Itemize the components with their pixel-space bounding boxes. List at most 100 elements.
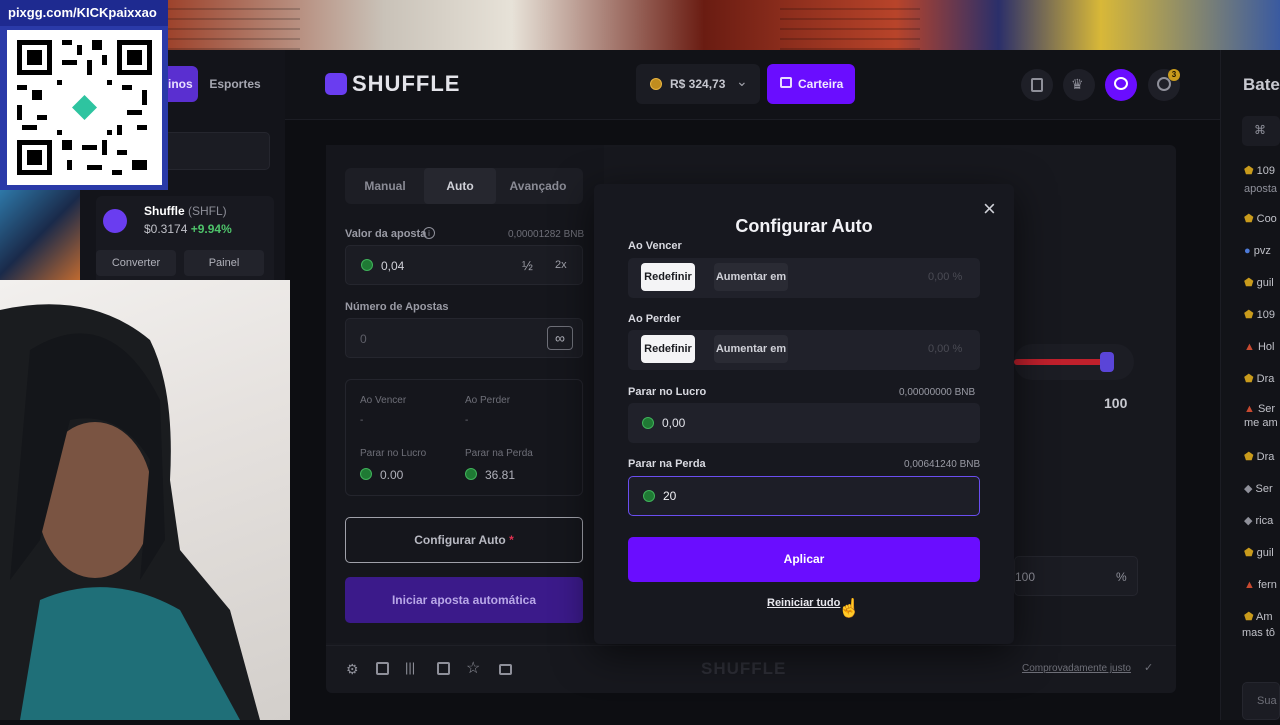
win-chance-input[interactable]: 100 % [1014,556,1138,596]
stop-loss-input[interactable]: 20 [628,476,980,516]
streamer-silhouette [0,304,260,720]
on-loss-percent-input[interactable]: 0,00 % [928,343,962,355]
chat-username: Am [1256,611,1273,623]
settings-icon[interactable]: ⚙ [346,661,359,678]
configure-auto-label: Configurar Auto [414,533,506,547]
footer-logo: SHUFFLE [701,659,787,678]
half-button[interactable]: ½ [522,258,533,273]
infinity-button[interactable]: ∞ [547,326,573,350]
lock-icon[interactable] [499,664,512,675]
tab-sports[interactable]: Esportes [198,66,272,102]
rank-icon: ⬟ [1244,373,1257,385]
token-price-text: $0.3174 [144,222,188,236]
on-win-increase-button[interactable]: Aumentar em [714,263,788,291]
bnb-coin-icon [650,78,662,90]
rank-icon: ▲ [1244,341,1258,353]
modal-title: Configurar Auto [735,216,873,236]
slider-track-container [1014,344,1134,380]
fullscreen-icon[interactable] [376,662,389,675]
tab-manual[interactable]: Manual [345,168,425,204]
num-bets-value: 0 [360,332,367,346]
provably-fair-link[interactable]: Comprovadamente justo [1022,663,1131,674]
hand-cursor-icon: ☝ [838,598,861,618]
live-stats-icon[interactable]: ||| [405,660,415,675]
rank-icon: ◆ [1244,515,1256,527]
rank-icon: ⬟ [1244,547,1257,559]
brl-coin-icon [361,259,373,271]
chart-icon[interactable] [437,662,450,675]
chat-input-placeholder: Sua [1257,695,1277,707]
sidebar-search-input[interactable] [150,132,270,170]
chat-msg: ⬟ Dra [1244,373,1280,403]
close-icon[interactable]: × [983,196,996,222]
token-change-text: +9.94% [190,222,232,236]
chat-username: 109 [1256,165,1275,177]
rank-icon: ⬟ [1244,165,1257,177]
chat-username: Dra [1256,373,1275,385]
tab-advanced[interactable]: Avançado [497,168,579,204]
on-win-reset-button[interactable]: Redefinir [641,263,695,291]
chat-msg: ⬟ Dra [1244,451,1280,483]
modified-indicator: * [505,533,514,547]
on-win-percent-input[interactable]: 0,00 % [928,271,962,283]
wallet-icon [780,77,792,88]
stop-loss-label: Parar na Perda [628,458,706,470]
convert-button[interactable]: Converter [96,250,176,276]
shuffle-logo[interactable]: SHUFFLE [352,71,460,97]
token-name: Shuffle (SHFL) [144,204,227,218]
qr-code [7,30,162,185]
start-auto-bet-button[interactable]: Iniciar aposta automática [345,577,583,623]
chat-msg-text: mas tô [1242,627,1276,639]
crown-icon[interactable]: ♛ [1063,69,1095,101]
apply-button[interactable]: Aplicar [628,537,980,582]
rank-icon: ● [1244,245,1254,257]
info-icon[interactable]: i [423,227,435,239]
rank-icon: ⬟ [1244,213,1257,225]
slider-handle[interactable] [1100,352,1114,372]
notes-icon[interactable] [1021,69,1053,101]
bet-amount-crypto: 0,00001282 BNB [508,229,585,240]
rank-icon: ⬟ [1244,277,1257,289]
stop-profit-value: 0,00 [662,416,686,430]
configure-auto-button[interactable]: Configurar Auto * [345,517,583,563]
rank-icon: ⬟ [1244,309,1257,321]
wallet-button[interactable]: Carteira [767,64,855,104]
wallet-label: Carteira [798,77,844,91]
on-win-field: Redefinir Aumentar em 0,00 % [628,258,980,298]
brl-coin-icon [465,468,477,480]
chat-msg: ⬟ Am [1244,611,1280,627]
chat-username: guil [1256,547,1274,559]
reset-all-link[interactable]: Reiniciar tudo [767,597,840,609]
bet-amount-input[interactable]: 0,04 ½ 2x [345,245,583,285]
num-bets-input[interactable]: 0 ∞ [345,318,583,358]
chat-game-tag[interactable]: ⌘ [1242,116,1280,146]
on-loss-reset-button[interactable]: Redefinir [641,335,695,363]
stop-profit-input[interactable]: 0,00 [628,403,980,443]
chat-input[interactable]: Sua [1242,682,1280,720]
double-button[interactable]: 2x [555,259,567,271]
on-loss-increase-button[interactable]: Aumentar em [714,335,788,363]
tab-casinos-label: inos [168,77,193,91]
chat-messages: ⬟ 109 aposta ⬟ Coo ● pvz ⬟ guil ⬟ 109 ▲ … [1242,165,1280,641]
panel-button[interactable]: Painel [184,250,264,276]
chat-username: Hol [1257,341,1275,353]
on-win-label: Ao Vencer [628,240,682,252]
webcam-overlay [0,280,290,720]
chat-msg: ⬟ Coo [1244,213,1280,245]
star-icon[interactable]: ☆ [466,658,480,678]
game-footer: ⚙ ||| ☆ SHUFFLE Comprovadamente justo ✓ [326,645,1176,693]
rank-icon: ⬟ [1244,611,1257,623]
chat-username: guil [1256,277,1274,289]
chat-toggle-icon[interactable] [1105,69,1137,101]
summary-stop-loss-value: 36.81 [485,468,516,482]
tab-auto[interactable]: Auto [424,168,496,204]
summary-on-loss-label: Ao Perder [465,395,511,406]
chat-username: rica [1255,515,1274,527]
bet-amount-label: Valor da aposta [345,228,427,240]
token-symbol-text: (SHFL) [188,204,227,218]
win-chance-value: 100 [1015,570,1036,584]
chat-username: 109 [1256,309,1275,321]
chat-title: Bate [1243,75,1280,94]
chat-msg: ● pvz [1244,245,1280,277]
balance-selector[interactable]: R$ 324,73 ⌄ [636,64,760,104]
